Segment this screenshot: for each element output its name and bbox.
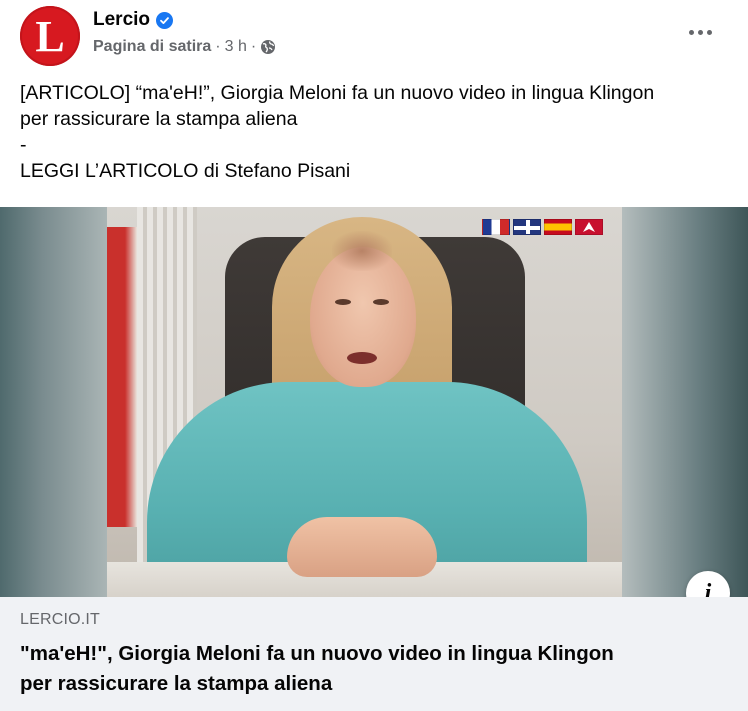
language-flags: [482, 219, 603, 235]
more-dot-icon: [688, 29, 694, 35]
forehead-ridge-graphic: [332, 231, 392, 271]
page-name-row: Lercio: [93, 9, 174, 31]
link-title[interactable]: "ma'eH!", Giorgia Meloni fa un nuovo vid…: [20, 639, 720, 699]
page-category: Pagina di satira: [93, 38, 212, 55]
post-text: [ARTICOLO] “ma'eH!”, Giorgia Meloni fa u…: [20, 80, 720, 184]
post-text-line: -: [20, 134, 27, 156]
link-domain: LERCIO.IT: [20, 611, 101, 628]
more-options-button[interactable]: [682, 20, 718, 44]
uk-flag-icon: [513, 219, 541, 235]
page-name-link[interactable]: Lercio: [93, 9, 150, 31]
post-timestamp[interactable]: 3 h: [225, 38, 247, 56]
meta-separator: ·: [215, 38, 221, 55]
post-meta: Pagina di satira · 3 h ·: [93, 38, 276, 56]
avatar-letter: L: [35, 12, 65, 61]
mouth-graphic: [347, 352, 377, 364]
eye-graphic: [373, 299, 389, 305]
image-blur-left: [0, 207, 107, 597]
spanish-flag-icon: [544, 219, 572, 235]
link-title-line: per rassicurare la stampa aliena: [20, 672, 333, 695]
verified-badge-icon: [156, 11, 174, 29]
post-text-line: LEGGI L’ARTICOLO di Stefano Pisani: [20, 160, 351, 182]
facebook-post: L Lercio Pagina di satira · 3 h · [ARTIC…: [0, 0, 748, 711]
link-title-line: "ma'eH!", Giorgia Meloni fa un nuovo vid…: [20, 642, 614, 665]
page-avatar[interactable]: L: [20, 6, 80, 66]
image-blur-right: [622, 207, 748, 597]
italian-flag-graphic: [107, 227, 137, 527]
post-text-line: [ARTICOLO] “ma'eH!”, Giorgia Meloni fa u…: [20, 82, 655, 104]
klingon-flag-icon: [575, 219, 603, 235]
post-header: L Lercio Pagina di satira · 3 h ·: [0, 0, 748, 72]
french-flag-icon: [482, 219, 510, 235]
link-preview-footer[interactable]: LERCIO.IT "ma'eH!", Giorgia Meloni fa un…: [0, 597, 748, 711]
meta-separator: ·: [250, 38, 257, 55]
more-dot-icon: [697, 29, 703, 35]
video-frame-image: [107, 207, 622, 597]
hands-graphic: [287, 517, 437, 577]
link-preview-image[interactable]: i: [0, 207, 748, 597]
post-text-line: per rassicurare la stampa aliena: [20, 108, 298, 130]
eye-graphic: [335, 299, 351, 305]
globe-icon[interactable]: [260, 39, 276, 55]
more-dot-icon: [706, 29, 712, 35]
